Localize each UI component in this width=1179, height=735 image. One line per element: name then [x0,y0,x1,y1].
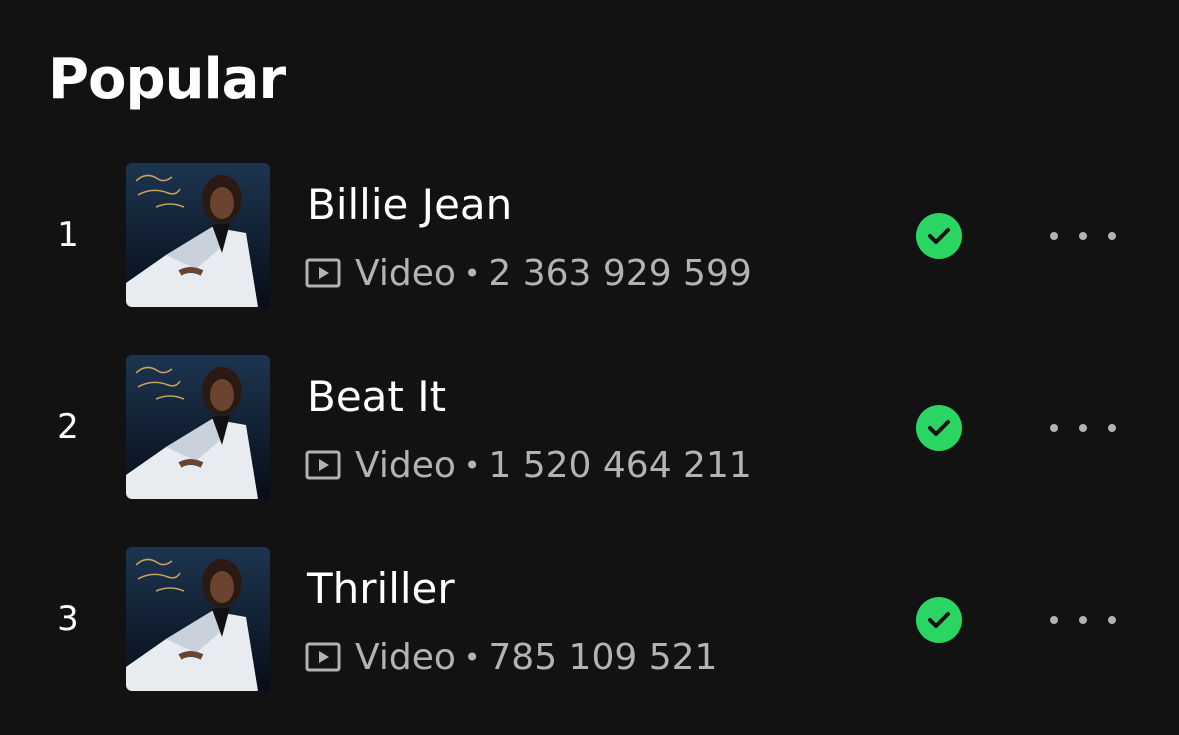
track-meta: Video • 1 520 464 211 [305,439,752,491]
video-icon [305,641,341,673]
video-icon [305,257,341,289]
track-rank: 3 [57,599,79,639]
track-type: Video [355,252,456,294]
album-cover [126,547,270,691]
track-row[interactable]: 3 Thriller Video • 785 109 521 [0,547,1179,691]
more-options-icon[interactable] [1050,413,1116,443]
play-count: 1 520 464 211 [488,444,752,486]
meta-separator: • [463,640,481,674]
play-count: 785 109 521 [488,636,718,678]
track-rank: 1 [57,215,79,255]
album-cover-art [126,547,270,691]
track-title[interactable]: Beat It [307,371,446,423]
saved-check-icon[interactable] [916,213,962,259]
saved-check-icon[interactable] [916,405,962,451]
section-title: Popular [48,47,286,112]
album-cover-art [126,355,270,499]
track-type: Video [355,444,456,486]
meta-separator: • [463,256,481,290]
track-meta: Video • 785 109 521 [305,631,717,683]
track-title[interactable]: Thriller [307,563,455,615]
album-cover [126,163,270,307]
album-cover [126,355,270,499]
video-icon [305,449,341,481]
track-title[interactable]: Billie Jean [307,179,512,231]
meta-separator: • [463,448,481,482]
album-cover-art [126,163,270,307]
track-row[interactable]: 2 Beat It Video • 1 520 464 211 [0,355,1179,499]
track-rank: 2 [57,407,79,447]
play-count: 2 363 929 599 [488,252,752,294]
track-meta: Video • 2 363 929 599 [305,247,752,299]
more-options-icon[interactable] [1050,221,1116,251]
track-type: Video [355,636,456,678]
more-options-icon[interactable] [1050,605,1116,635]
saved-check-icon[interactable] [916,597,962,643]
track-row[interactable]: 1 Billie Jean Video • 2 363 929 599 [0,163,1179,307]
